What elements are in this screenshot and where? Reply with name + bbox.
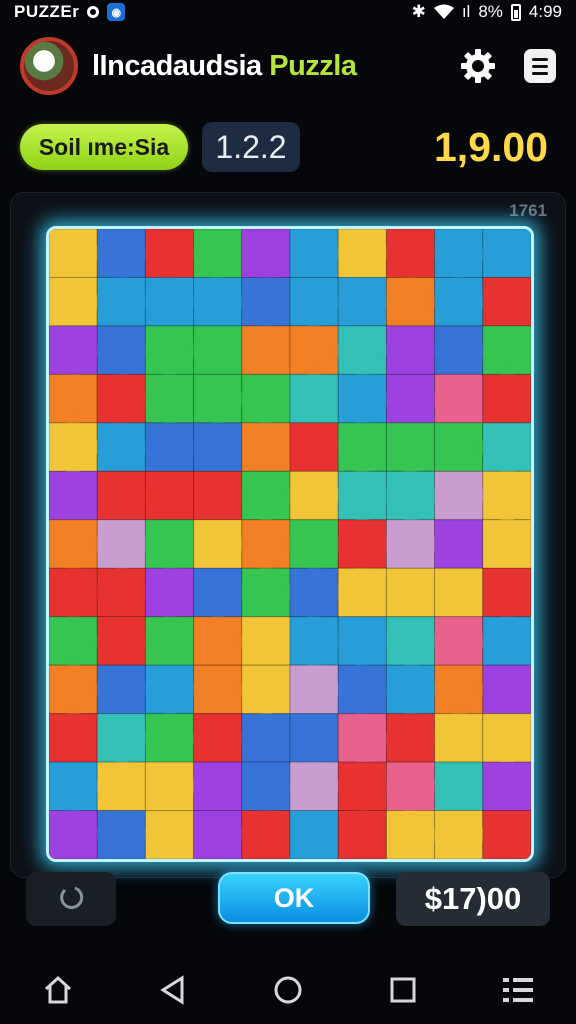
- app-title-main: lIncadaudsia: [92, 49, 262, 82]
- piece-counter: 1761: [509, 201, 547, 220]
- nav-list-button[interactable]: [494, 966, 542, 1014]
- status-app-label: PUZZEr: [14, 2, 80, 21]
- level-indicator: 1.2.2: [202, 122, 300, 172]
- nav-back-button[interactable]: [149, 966, 197, 1014]
- app-title: lIncadaudsia Puzzla: [92, 49, 357, 83]
- board-shine: [49, 229, 531, 859]
- circle-home-icon: [274, 976, 302, 1004]
- hamburger-menu-icon: [532, 57, 548, 61]
- mode-button[interactable]: Soil ıme:Sia: [20, 124, 188, 170]
- battery-icon: [510, 3, 521, 21]
- menu-button[interactable]: [524, 49, 556, 83]
- navigation-bar: [0, 956, 576, 1024]
- ok-button[interactable]: OK: [218, 872, 370, 924]
- bluetooth-icon: ✱: [411, 2, 426, 21]
- list-icon: [503, 978, 534, 1002]
- signal-icon: ıl: [461, 2, 471, 21]
- puzzle-board[interactable]: [46, 226, 534, 862]
- undo-icon: [60, 886, 84, 909]
- app-logo: [20, 37, 78, 95]
- back-icon: [159, 975, 184, 1005]
- app-header: lIncadaudsia Puzzla: [0, 28, 576, 104]
- undo-button[interactable]: [26, 872, 116, 926]
- nav-home-button[interactable]: [34, 966, 82, 1014]
- status-bar: PUZZEr ◉ ✱ ıl 8% 4:99: [0, 0, 576, 24]
- menu-line: [532, 64, 548, 68]
- settings-button[interactable]: [458, 46, 498, 86]
- score-value: 1,9.00: [434, 123, 548, 170]
- nav-circle-button[interactable]: [264, 966, 312, 1014]
- action-row: OK $17)00: [0, 868, 576, 930]
- puzzle-grid[interactable]: [49, 229, 531, 859]
- app-title-accent: Puzzla: [269, 49, 357, 82]
- battery-percent: 8%: [478, 2, 503, 21]
- home-icon: [44, 975, 71, 1004]
- nav-recents-button[interactable]: [379, 966, 427, 1014]
- clock: 4:99: [528, 2, 562, 21]
- recents-icon: [390, 977, 416, 1003]
- score-row: Soil ıme:Sia 1.2.2 1,9.00: [0, 120, 576, 176]
- coins-display: $17)00: [396, 872, 550, 926]
- record-icon: [87, 6, 100, 18]
- gear-icon: [461, 49, 495, 83]
- notification-icon: ◉: [107, 3, 126, 21]
- wifi-icon: [433, 4, 454, 19]
- menu-line: [532, 71, 548, 75]
